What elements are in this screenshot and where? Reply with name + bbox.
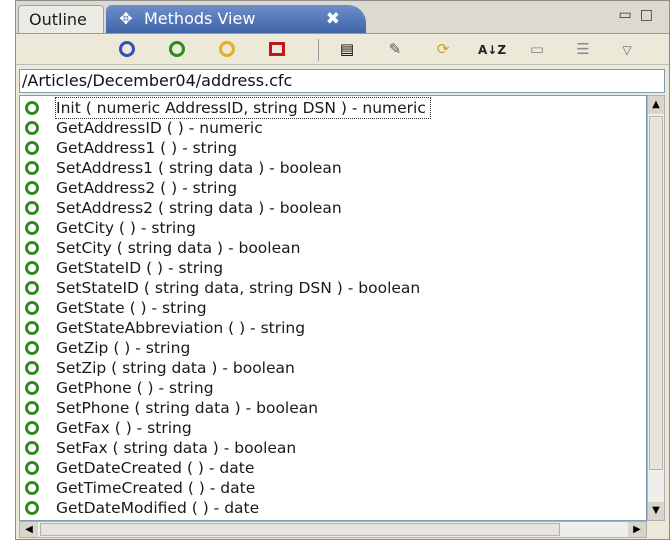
tab-methods-view[interactable]: ✥ Methods View ✖ — [106, 5, 366, 33]
method-icon — [25, 501, 39, 515]
layout-icon: ▭ — [529, 40, 545, 58]
remote-filter-icon — [219, 41, 235, 57]
method-signature: SetPhone ( string data ) - boolean — [56, 399, 319, 417]
method-signature: Init ( numeric AddressID, string DSN ) -… — [55, 97, 431, 119]
method-icon — [25, 281, 39, 295]
horizontal-scrollbar[interactable]: ◀ ▶ — [19, 521, 647, 538]
maximize-icon[interactable]: □ — [640, 7, 661, 23]
method-signature: GetDateModified ( ) - date — [56, 499, 260, 517]
methods-list: Init ( numeric AddressID, string DSN ) -… — [19, 95, 647, 521]
insert-icon: ✎ — [388, 40, 402, 58]
method-signature: SetCity ( string data ) - boolean — [56, 239, 301, 257]
sort-button[interactable]: A↓Z — [478, 39, 506, 59]
tab-outline[interactable]: Outline — [18, 5, 104, 33]
method-icon — [25, 401, 39, 415]
method-icon — [25, 421, 39, 435]
method-icon — [25, 161, 39, 175]
collapse-button[interactable]: ☰ — [572, 39, 594, 59]
view-menu-icon: ▽ — [622, 43, 632, 57]
refresh-button[interactable]: ⟳ — [432, 39, 454, 59]
vertical-scrollbar[interactable]: ▲ ▼ — [647, 95, 665, 521]
package-filter-button[interactable] — [266, 39, 288, 59]
method-icon — [25, 361, 39, 375]
scroll-up-icon[interactable]: ▲ — [648, 96, 664, 114]
insert-button[interactable]: ✎ — [384, 39, 406, 59]
view-menu-button[interactable]: ▽ — [616, 39, 638, 59]
method-signature: GetStateAbbreviation ( ) - string — [56, 319, 306, 337]
sort-icon: A↓Z — [478, 43, 507, 57]
method-icon — [25, 461, 39, 475]
vertical-scroll-thumb[interactable] — [649, 116, 663, 470]
method-icon — [25, 141, 39, 155]
method-icon — [25, 221, 39, 235]
private-filter-button[interactable] — [166, 39, 188, 59]
open-in-editor-button[interactable]: ▤ — [336, 39, 358, 59]
method-signature: GetStateID ( ) - string — [56, 259, 224, 277]
method-icon — [25, 121, 39, 135]
minimize-icon[interactable]: ▭ — [619, 7, 640, 23]
scroll-right-icon[interactable]: ▶ — [628, 522, 646, 537]
method-signature: GetAddressID ( ) - numeric — [56, 119, 263, 137]
public-filter-icon — [119, 41, 135, 57]
method-signature: SetFax ( string data ) - boolean — [56, 439, 297, 457]
window-controls: ▭□ — [619, 7, 661, 23]
scroll-left-icon[interactable]: ◀ — [20, 522, 38, 537]
method-signature: GetPhone ( ) - string — [56, 379, 214, 397]
scroll-down-icon[interactable]: ▼ — [648, 502, 664, 520]
toolbar: ▤ ✎ ⟳ A↓Z ▭ ☰ ▽ — [16, 34, 669, 65]
tab-methods-view-label: Methods View — [144, 9, 256, 28]
method-icon — [25, 481, 39, 495]
method-icon — [25, 301, 39, 315]
methods-view-panel: Outline ✥ Methods View ✖ ▭□ ▤ ✎ ⟳ A↓Z ▭ ☰… — [15, 0, 670, 540]
method-icon — [25, 381, 39, 395]
file-path-field[interactable]: /Articles/December04/address.cfc — [19, 69, 665, 93]
method-signature: GetDateCreated ( ) - date — [56, 459, 255, 477]
open-in-editor-icon: ▤ — [339, 40, 355, 58]
package-filter-icon — [269, 42, 285, 56]
method-signature: GetTimeCreated ( ) - date — [56, 479, 256, 497]
methods-view-icon: ✥ — [119, 9, 133, 28]
method-icon — [25, 341, 39, 355]
horizontal-scroll-thumb[interactable] — [40, 523, 560, 536]
method-signature: GetState ( ) - string — [56, 299, 207, 317]
method-icon — [25, 181, 39, 195]
method-icon — [25, 321, 39, 335]
method-icon — [25, 201, 39, 215]
private-filter-icon — [169, 41, 185, 57]
method-signature: SetStateID ( string data, string DSN ) -… — [56, 279, 421, 297]
method-signature: GetZip ( ) - string — [56, 339, 191, 357]
method-signature: GetCity ( ) - string — [56, 219, 196, 237]
method-icon — [25, 441, 39, 455]
method-icon — [25, 261, 39, 275]
method-icon — [25, 241, 39, 255]
tab-bar: Outline ✥ Methods View ✖ ▭□ — [16, 1, 669, 34]
method-signature: SetAddress1 ( string data ) - boolean — [56, 159, 342, 177]
method-signature: GetAddress2 ( ) - string — [56, 179, 238, 197]
public-filter-button[interactable] — [116, 39, 138, 59]
method-signature: SetAddress2 ( string data ) - boolean — [56, 199, 342, 217]
method-signature: GetFax ( ) - string — [56, 419, 192, 437]
close-icon[interactable]: ✖ — [326, 5, 340, 33]
method-signature: SetZip ( string data ) - boolean — [56, 359, 295, 377]
layout-button[interactable]: ▭ — [526, 39, 548, 59]
toolbar-separator — [318, 39, 319, 61]
collapse-icon: ☰ — [576, 40, 590, 58]
remote-filter-button[interactable] — [216, 39, 238, 59]
method-signature: GetAddress1 ( ) - string — [56, 139, 238, 157]
refresh-icon: ⟳ — [436, 40, 450, 58]
method-icon — [25, 101, 39, 115]
